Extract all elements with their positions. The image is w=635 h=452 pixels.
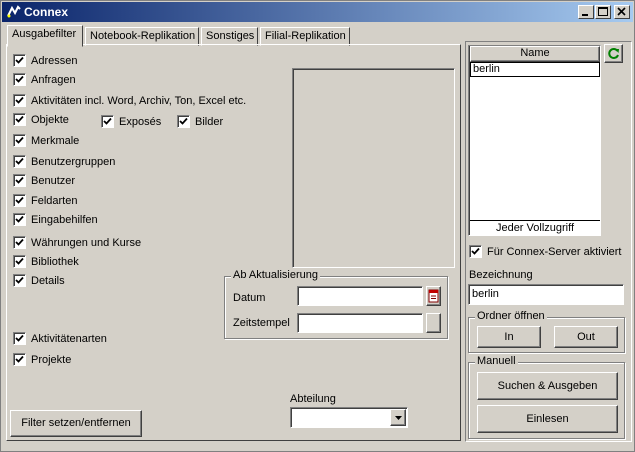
update-group-legend: Ab Aktualisierung	[231, 269, 320, 281]
checkbox-box[interactable]	[13, 94, 26, 107]
checkbox-box[interactable]	[13, 155, 26, 168]
server-checkbox[interactable]: Für Connex-Server aktiviert	[469, 245, 622, 258]
out-button[interactable]: Out	[554, 326, 618, 348]
filter-checkbox[interactable]: Aktivitäten incl. Word, Archiv, Ton, Exc…	[13, 94, 246, 107]
filter-label: Objekte	[31, 113, 69, 126]
department-label: Abteilung	[290, 393, 336, 405]
filter-label: Feldarten	[31, 194, 78, 207]
filter-button[interactable]: Filter setzen/entfernen	[10, 410, 142, 437]
maximize-button[interactable]	[595, 5, 611, 19]
filter-checkbox[interactable]: Währungen und Kurse	[13, 236, 141, 249]
filter-label: Währungen und Kurse	[31, 236, 142, 249]
tab-ausgabefilter[interactable]: Ausgabefilter	[7, 25, 83, 47]
filter-checkbox[interactable]: Merkmale	[13, 134, 79, 147]
checkbox-box[interactable]	[13, 255, 26, 268]
import-button[interactable]: Einlesen	[477, 405, 618, 433]
name-list-footer: Jeder Vollzugriff	[470, 220, 600, 235]
timestamp-field[interactable]	[297, 313, 423, 333]
bilder-checkbox[interactable]: Bilder	[177, 115, 223, 128]
filter-checkbox[interactable]: Projekte	[13, 353, 71, 366]
checkbox-box[interactable]	[469, 245, 482, 258]
time-label: Zeitstempel	[233, 317, 290, 329]
checkbox-box[interactable]	[13, 134, 26, 147]
checkbox-box[interactable]	[13, 236, 26, 249]
filter-checkbox[interactable]: Bibliothek	[13, 255, 79, 268]
chevron-down-icon	[394, 416, 402, 420]
filter-checkbox[interactable]: Anfragen	[13, 73, 76, 86]
bezeichnung-label: Bezeichnung	[469, 269, 533, 281]
filter-checkbox[interactable]: Objekte	[13, 113, 69, 126]
filter-label: Details	[31, 274, 65, 287]
filter-checkbox[interactable]: Benutzergruppen	[13, 155, 115, 168]
filter-checkbox[interactable]: Feldarten	[13, 194, 77, 207]
checkbox-box[interactable]	[13, 274, 26, 287]
window-title: Connex	[24, 5, 69, 19]
filter-label: Aktivitätenarten	[31, 332, 107, 345]
search-output-button[interactable]: Suchen & Ausgeben	[477, 372, 618, 400]
checkbox-box[interactable]	[177, 115, 190, 128]
checkbox-box[interactable]	[101, 115, 114, 128]
in-button[interactable]: In	[477, 326, 541, 348]
checkbox-box[interactable]	[13, 113, 26, 126]
filter-checkbox[interactable]: Details	[13, 274, 65, 287]
manuell-group-legend: Manuell	[475, 355, 518, 367]
filter-label: Bibliothek	[31, 255, 79, 268]
calendar-button[interactable]	[426, 286, 441, 306]
name-column-header[interactable]: Name	[470, 46, 600, 62]
filter-label: Anfragen	[31, 73, 76, 86]
exposes-checkbox[interactable]: Exposés	[101, 115, 161, 128]
filter-checkbox[interactable]: Aktivitätenarten	[13, 332, 107, 345]
filter-label: Projekte	[31, 353, 72, 366]
checkbox-box[interactable]	[13, 213, 26, 226]
filter-checkbox[interactable]: Eingabehilfen	[13, 213, 98, 226]
connex-window: Connex Ausgabefilter Notebook-Replikatio…	[0, 0, 635, 452]
filter-label: Merkmale	[31, 134, 80, 147]
calendar-icon	[428, 289, 439, 303]
checkbox-box[interactable]	[13, 174, 26, 187]
checkbox-box[interactable]	[13, 73, 26, 86]
filter-label: Benutzergruppen	[31, 155, 116, 168]
checkbox-box[interactable]	[13, 194, 26, 207]
date-field[interactable]	[297, 286, 423, 306]
close-button[interactable]	[614, 5, 630, 19]
filter-label: Benutzer	[31, 174, 76, 187]
checkbox-box[interactable]	[13, 332, 26, 345]
filter-label: Adressen	[31, 54, 78, 67]
server-checkbox-label: Für Connex-Server aktiviert	[487, 245, 622, 258]
department-dropdown-button[interactable]	[390, 409, 406, 426]
app-icon	[7, 5, 21, 18]
filter-label: Aktivitäten incl. Word, Archiv, Ton, Exc…	[31, 94, 247, 107]
filter-label: Eingabehilfen	[31, 213, 98, 226]
timestamp-button[interactable]	[426, 313, 441, 333]
filter-checkbox[interactable]: Benutzer	[13, 174, 75, 187]
list-item[interactable]: berlin	[470, 62, 600, 77]
title-bar[interactable]: Connex	[2, 2, 633, 22]
minimize-button[interactable]	[578, 5, 594, 19]
preview-box	[292, 68, 455, 268]
ordner-group-legend: Ordner öffnen	[475, 310, 547, 322]
bilder-label: Bilder	[195, 115, 224, 128]
minimize-icon	[582, 14, 588, 16]
refresh-button[interactable]	[604, 44, 623, 63]
bezeichnung-field[interactable]: berlin	[468, 284, 624, 305]
maximize-icon	[598, 7, 608, 16]
checkbox-box[interactable]	[13, 353, 26, 366]
filter-checkbox[interactable]: Adressen	[13, 54, 77, 67]
refresh-icon	[608, 48, 619, 59]
exposes-label: Exposés	[119, 115, 162, 128]
date-label: Datum	[233, 292, 266, 304]
checkbox-box[interactable]	[13, 54, 26, 67]
close-icon	[617, 7, 626, 16]
